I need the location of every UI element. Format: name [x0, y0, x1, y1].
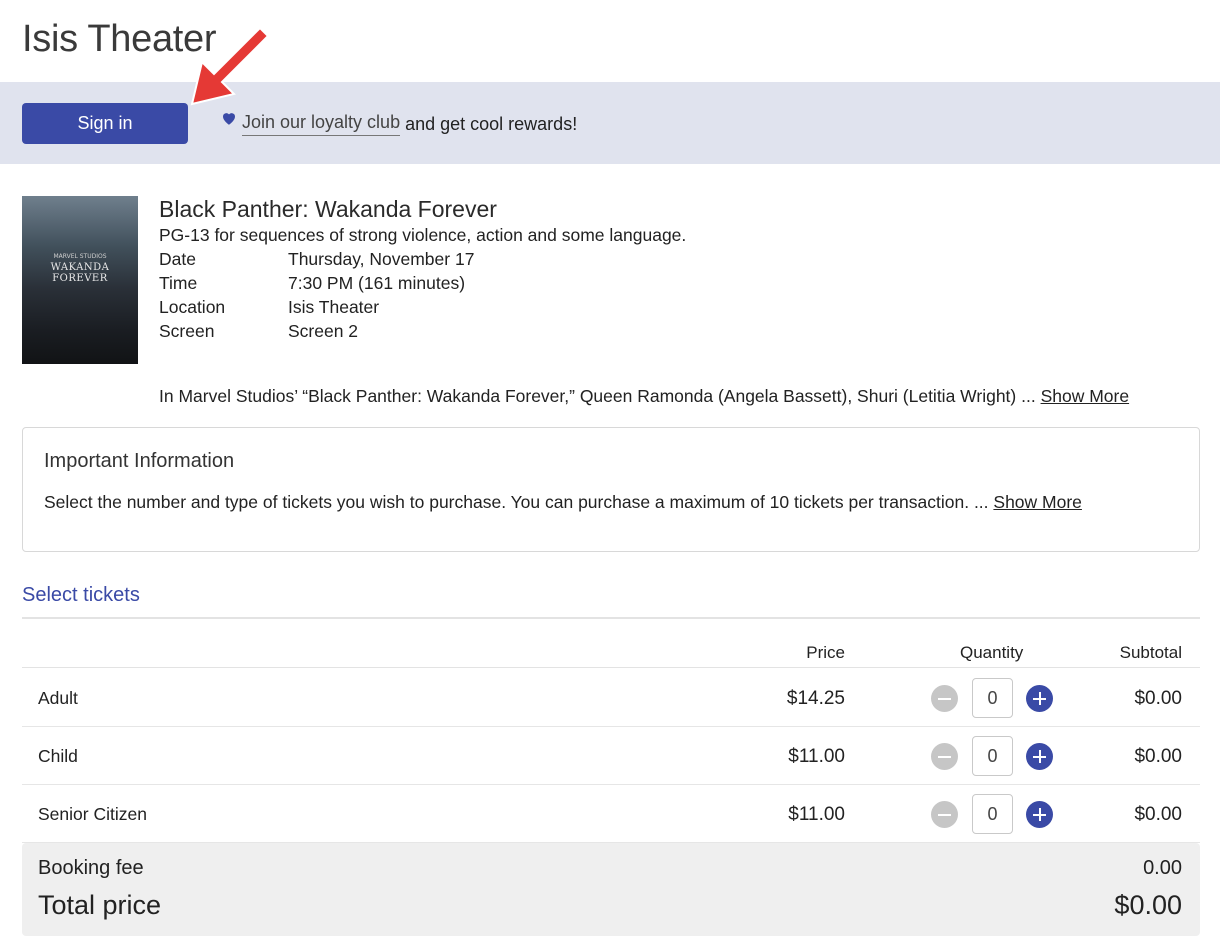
important-info-text: Select the number and type of tickets yo… [44, 492, 1082, 513]
increase-adult-button[interactable] [1026, 685, 1053, 712]
select-tickets-heading: Select tickets [22, 584, 140, 606]
synopsis-show-more-link[interactable]: Show More [1041, 386, 1130, 406]
movie-title: Black Panther: Wakanda Forever [159, 196, 497, 222]
movie-poster: MARVEL STUDIOS WAKANDA FOREVER [22, 196, 138, 364]
detail-value: Isis Theater [288, 297, 380, 317]
ticket-table-header: Price Quantity Subtotal [22, 640, 1200, 668]
ticket-subtotal: $0.00 [1134, 746, 1182, 767]
decrease-adult-button[interactable] [931, 685, 958, 712]
important-info-body: Select the number and type of tickets yo… [44, 492, 989, 512]
detail-row-time: Time 7:30 PM (161 minutes) [159, 271, 686, 295]
totals-panel: Booking fee 0.00 Total price $0.00 [22, 843, 1200, 936]
red-arrow-annotation [190, 26, 270, 106]
loyalty-suffix: and get cool rewards! [405, 113, 578, 134]
heart-icon [220, 109, 238, 127]
detail-label: Location [159, 297, 226, 317]
subtotal-header: Subtotal [1119, 643, 1182, 662]
detail-row-screen: Screen Screen 2 [159, 319, 686, 343]
detail-label: Time [159, 273, 198, 293]
loyalty-club-link[interactable]: Join our loyalty club [242, 112, 401, 136]
ticket-type: Senior Citizen [38, 804, 147, 824]
account-bar: Sign in Join our loyalty club and get co… [0, 82, 1220, 164]
ticket-type: Child [38, 746, 78, 766]
sign-in-button[interactable]: Sign in [22, 103, 188, 144]
total-price-label: Total price [38, 890, 162, 920]
senior-quantity-input[interactable] [972, 794, 1013, 834]
ticket-subtotal: $0.00 [1134, 688, 1182, 709]
detail-value: Screen 2 [288, 321, 359, 341]
detail-value: 7:30 PM (161 minutes) [288, 273, 466, 293]
ticket-subtotal: $0.00 [1134, 804, 1182, 825]
important-show-more-link[interactable]: Show More [993, 492, 1082, 512]
adult-quantity-input[interactable] [972, 678, 1013, 718]
ticket-price: $11.00 [788, 804, 845, 825]
ticket-price: $11.00 [788, 746, 845, 767]
loyalty-promo: Join our loyalty club and get cool rewar… [220, 112, 577, 136]
decrease-senior-button[interactable] [931, 801, 958, 828]
ticket-row-adult: Adult $14.25 $0.00 [22, 669, 1200, 727]
important-info-box: Important Information Select the number … [22, 427, 1200, 552]
poster-small-text: MARVEL STUDIOS [53, 253, 107, 260]
detail-row-location: Location Isis Theater [159, 295, 686, 319]
total-price-value: $0.00 [1114, 890, 1182, 920]
synopsis-text: In Marvel Studios’ “Black Panther: Wakan… [159, 386, 1036, 406]
important-info-title: Important Information [44, 450, 235, 472]
increase-senior-button[interactable] [1026, 801, 1053, 828]
price-header: Price [806, 643, 845, 662]
detail-label: Screen [159, 321, 215, 341]
detail-row-date: Date Thursday, November 17 [159, 247, 686, 271]
detail-label: Date [159, 249, 196, 269]
movie-info: Black Panther: Wakanda Forever PG-13 for… [159, 196, 686, 343]
child-quantity-input[interactable] [972, 736, 1013, 776]
ticket-type: Adult [38, 688, 78, 708]
ticket-row-senior: Senior Citizen $11.00 $0.00 [22, 785, 1200, 843]
movie-rating: PG-13 for sequences of strong violence, … [159, 225, 687, 245]
ticket-row-child: Child $11.00 $0.00 [22, 727, 1200, 785]
poster-title: WAKANDA FOREVER [50, 262, 110, 284]
decrease-child-button[interactable] [931, 743, 958, 770]
quantity-header: Quantity [960, 643, 1024, 662]
detail-value: Thursday, November 17 [288, 249, 475, 269]
increase-child-button[interactable] [1026, 743, 1053, 770]
booking-fee-value: 0.00 [1143, 857, 1182, 879]
ticket-price: $14.25 [786, 688, 845, 709]
section-divider [22, 617, 1200, 619]
booking-fee-label: Booking fee [38, 857, 144, 879]
movie-synopsis: In Marvel Studios’ “Black Panther: Wakan… [159, 386, 1129, 407]
